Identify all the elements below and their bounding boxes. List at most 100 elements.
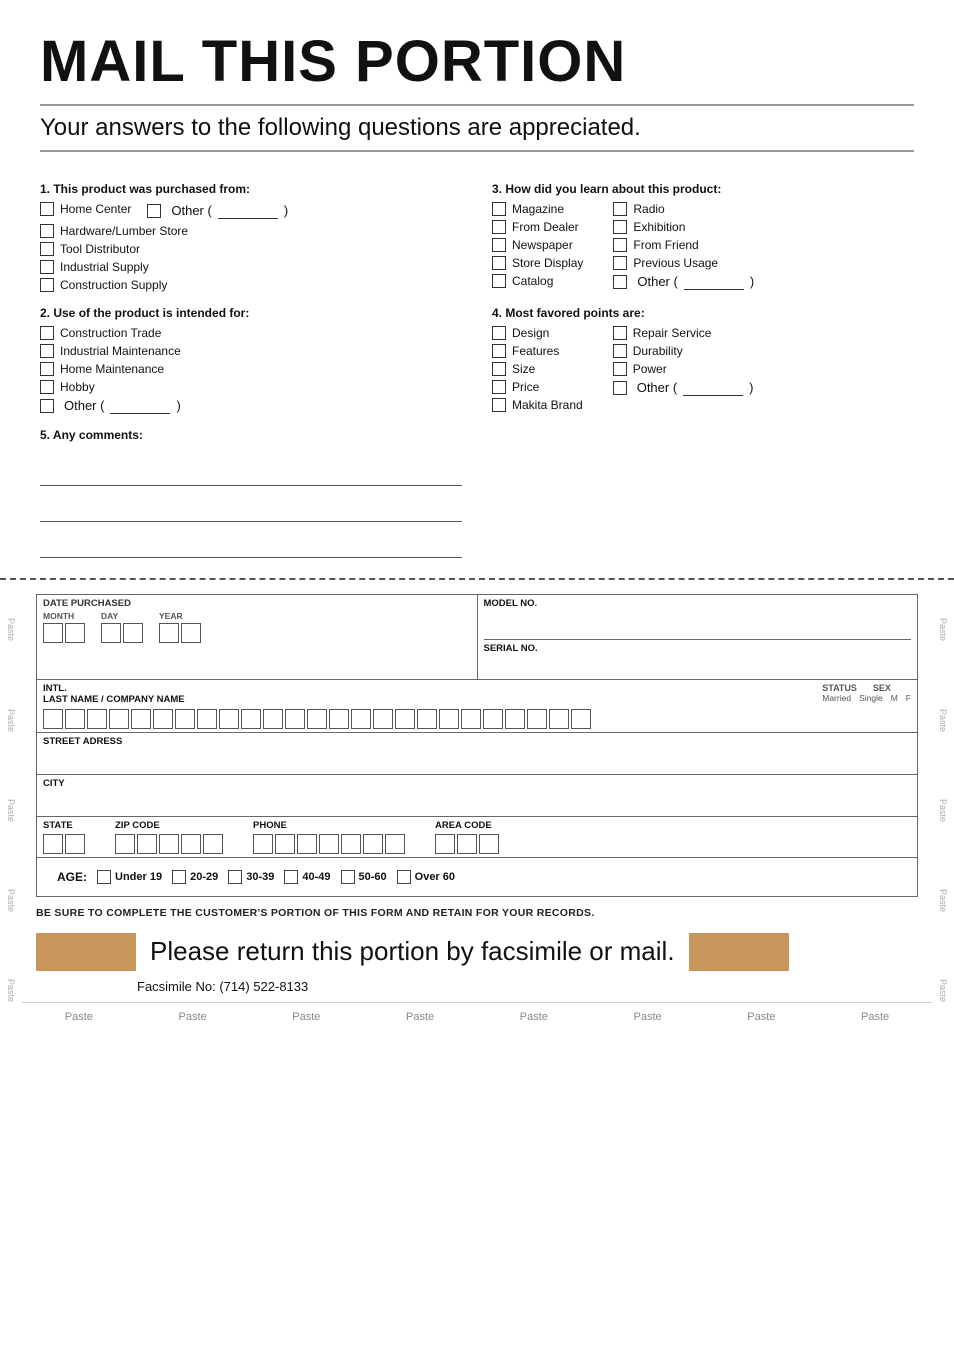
phone-5[interactable] <box>341 834 361 854</box>
q1-other-checkbox[interactable] <box>147 204 161 218</box>
name-box-14[interactable] <box>329 709 349 729</box>
q4-features[interactable]: Features <box>492 344 583 358</box>
zip-5[interactable] <box>203 834 223 854</box>
name-box-17[interactable] <box>395 709 415 729</box>
name-box-4[interactable] <box>109 709 129 729</box>
name-box-20[interactable] <box>461 709 481 729</box>
q4-power[interactable]: Power <box>613 362 754 376</box>
name-box-3[interactable] <box>87 709 107 729</box>
name-box-19[interactable] <box>439 709 459 729</box>
zip-1[interactable] <box>115 834 135 854</box>
comment-line-3[interactable] <box>40 530 462 558</box>
name-box-7[interactable] <box>175 709 195 729</box>
q1-hardware-lumber[interactable]: Hardware/Lumber Store <box>40 224 462 238</box>
q2-ct-checkbox[interactable] <box>40 326 54 340</box>
q2-im-checkbox[interactable] <box>40 344 54 358</box>
name-box-22[interactable] <box>505 709 525 729</box>
q1-tool-checkbox[interactable] <box>40 242 54 256</box>
q3-prev-usage[interactable]: Previous Usage <box>613 256 754 270</box>
area-2[interactable] <box>457 834 477 854</box>
age-over60[interactable]: Over 60 <box>397 870 455 884</box>
zip-3[interactable] <box>159 834 179 854</box>
q1-home-center[interactable]: Home Center <box>40 202 131 216</box>
zip-2[interactable] <box>137 834 157 854</box>
phone-4[interactable] <box>319 834 339 854</box>
q3-radio[interactable]: Radio <box>613 202 754 216</box>
q4-makita-brand[interactable]: Makita Brand <box>492 398 583 412</box>
name-box-23[interactable] <box>527 709 547 729</box>
q4-design[interactable]: Design <box>492 326 583 340</box>
name-box-10[interactable] <box>241 709 261 729</box>
sex-m-box[interactable] <box>549 709 569 729</box>
q1-hardware-checkbox[interactable] <box>40 224 54 238</box>
q3-other-checkbox[interactable] <box>613 275 627 289</box>
name-box-2[interactable] <box>65 709 85 729</box>
month-box-1[interactable] <box>43 623 63 643</box>
area-1[interactable] <box>435 834 455 854</box>
age-20-29[interactable]: 20-29 <box>172 870 218 884</box>
name-box-18[interactable] <box>417 709 437 729</box>
age-under19[interactable]: Under 19 <box>97 870 162 884</box>
q1-tool-distributor[interactable]: Tool Distributor <box>40 242 462 256</box>
q3-newspaper[interactable]: Newspaper <box>492 238 583 252</box>
name-box-8[interactable] <box>197 709 217 729</box>
month-box-2[interactable] <box>65 623 85 643</box>
q4-durability[interactable]: Durability <box>613 344 754 358</box>
name-box-13[interactable] <box>307 709 327 729</box>
q3-from-friend[interactable]: From Friend <box>613 238 754 252</box>
name-box-9[interactable] <box>219 709 239 729</box>
q2-hm-checkbox[interactable] <box>40 362 54 376</box>
name-box-11[interactable] <box>263 709 283 729</box>
comment-line-2[interactable] <box>40 494 462 522</box>
q2-industrial-maint[interactable]: Industrial Maintenance <box>40 344 462 358</box>
q1-industrial-checkbox[interactable] <box>40 260 54 274</box>
name-box-12[interactable] <box>285 709 305 729</box>
q3-store-display[interactable]: Store Display <box>492 256 583 270</box>
q2-construction-trade[interactable]: Construction Trade <box>40 326 462 340</box>
q2-other-input[interactable] <box>110 398 170 414</box>
age-30-39[interactable]: 30-39 <box>228 870 274 884</box>
q2-home-maint[interactable]: Home Maintenance <box>40 362 462 376</box>
q4-price[interactable]: Price <box>492 380 583 394</box>
q2-hobby-checkbox[interactable] <box>40 380 54 394</box>
zip-4[interactable] <box>181 834 201 854</box>
name-box-15[interactable] <box>351 709 371 729</box>
name-box-21[interactable] <box>483 709 503 729</box>
phone-1[interactable] <box>253 834 273 854</box>
name-box-16[interactable] <box>373 709 393 729</box>
q4-other-input[interactable] <box>683 380 743 396</box>
phone-6[interactable] <box>363 834 383 854</box>
q4-repair-service[interactable]: Repair Service <box>613 326 754 340</box>
q1-construction-checkbox[interactable] <box>40 278 54 292</box>
name-box-1[interactable] <box>43 709 63 729</box>
age-40-49[interactable]: 40-49 <box>284 870 330 884</box>
q1-industrial-supply[interactable]: Industrial Supply <box>40 260 462 274</box>
q1-construction-supply[interactable]: Construction Supply <box>40 278 462 292</box>
year-box-1[interactable] <box>159 623 179 643</box>
state-2[interactable] <box>65 834 85 854</box>
day-box-1[interactable] <box>101 623 121 643</box>
q3-exhibition[interactable]: Exhibition <box>613 220 754 234</box>
phone-2[interactable] <box>275 834 295 854</box>
q3-from-dealer[interactable]: From Dealer <box>492 220 583 234</box>
q2-other-checkbox[interactable] <box>40 399 54 413</box>
q4-size[interactable]: Size <box>492 362 583 376</box>
sex-f-box[interactable] <box>571 709 591 729</box>
area-3[interactable] <box>479 834 499 854</box>
comment-line-1[interactable] <box>40 458 462 486</box>
q1-other-input[interactable] <box>218 203 278 219</box>
q3-magazine[interactable]: Magazine <box>492 202 583 216</box>
q3-other-input[interactable] <box>684 274 744 290</box>
q4-other-checkbox[interactable] <box>613 381 627 395</box>
day-box-2[interactable] <box>123 623 143 643</box>
phone-3[interactable] <box>297 834 317 854</box>
age-50-60[interactable]: 50-60 <box>341 870 387 884</box>
name-box-6[interactable] <box>153 709 173 729</box>
phone-7[interactable] <box>385 834 405 854</box>
name-box-5[interactable] <box>131 709 151 729</box>
q3-catalog[interactable]: Catalog <box>492 274 583 288</box>
state-1[interactable] <box>43 834 63 854</box>
q2-hobby[interactable]: Hobby <box>40 380 462 394</box>
year-box-2[interactable] <box>181 623 201 643</box>
q1-home-center-checkbox[interactable] <box>40 202 54 216</box>
